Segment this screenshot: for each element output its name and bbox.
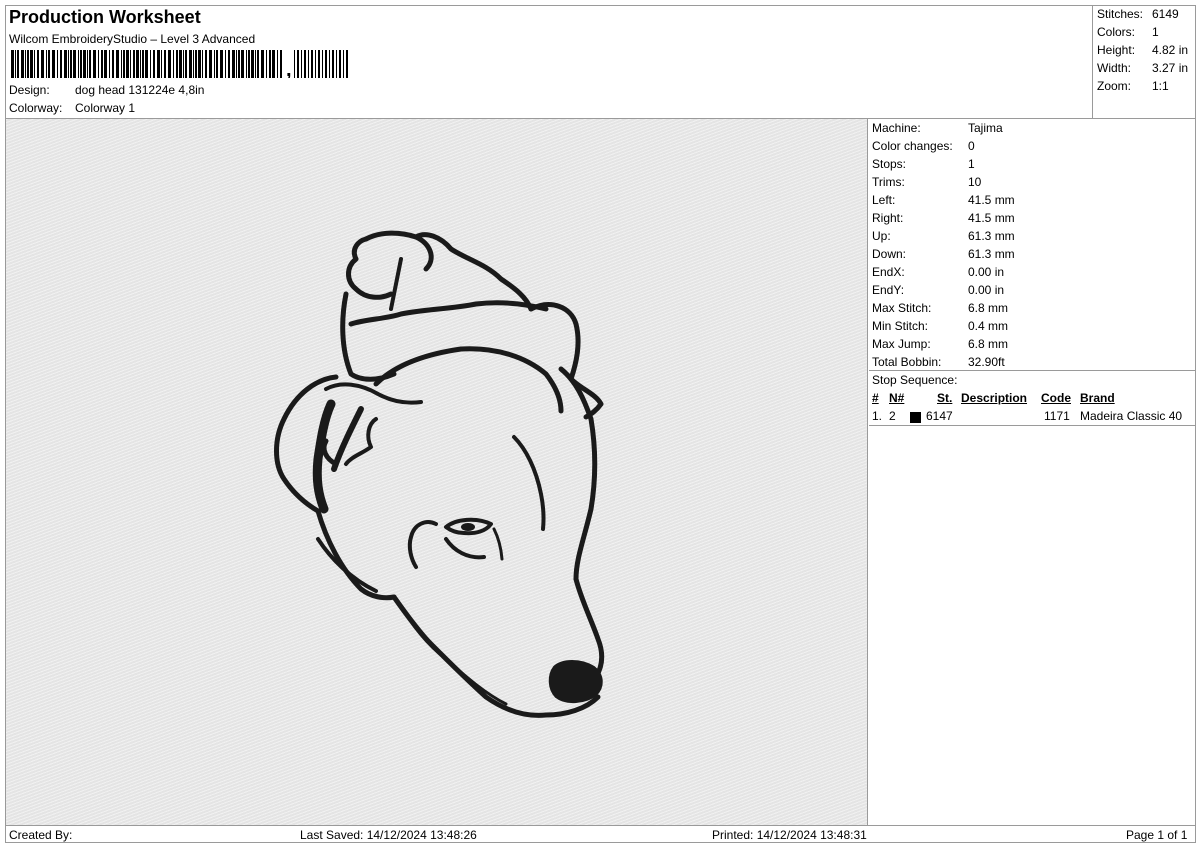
info-row: EndY: 0.00 in — [872, 283, 1005, 297]
info-row: Left: 41.5 mm — [872, 193, 1015, 207]
info-row: Stops: 1 — [872, 157, 975, 171]
software-name: Wilcom EmbroideryStudio – Level 3 Advanc… — [9, 32, 256, 46]
summary-row: Zoom: 1:1 — [1097, 79, 1169, 93]
color-swatch — [910, 412, 921, 423]
divider — [869, 370, 1196, 371]
worksheet-header: Production Worksheet Wilcom EmbroiderySt… — [6, 6, 1092, 119]
column-header-description: Description — [961, 391, 1028, 405]
design-row: Design: dog head 131224e 4,8in — [9, 83, 204, 97]
column-header-code: Code — [1041, 391, 1071, 405]
column-header-stitches: St. — [937, 391, 953, 405]
last-saved: Last Saved: 14/12/2024 13:48:26 — [300, 828, 477, 842]
design-preview — [6, 119, 868, 825]
stop-row-index: 1. — [872, 409, 883, 423]
info-row: Down: 61.3 mm — [872, 247, 1015, 261]
worksheet-frame: Production Worksheet Wilcom EmbroiderySt… — [5, 5, 1196, 843]
machine-info-panel: Machine: Tajima Color changes: 0 Stops: 1 T… — [869, 119, 1196, 825]
barcode-suffix: , — [286, 59, 292, 78]
summary-row: Width: 3.27 in — [1097, 61, 1189, 75]
colorway-value: Colorway 1 — [75, 101, 136, 115]
info-row: Min Stitch: 0.4 mm — [872, 319, 1009, 333]
info-row: Right: 41.5 mm — [872, 211, 1015, 225]
printed-date: Printed: 14/12/2024 13:48:31 — [712, 828, 867, 842]
info-row: Up: 61.3 mm — [872, 229, 1015, 243]
stop-row-n: 2 — [889, 409, 896, 423]
column-header-n: N# — [889, 391, 905, 405]
info-row: Machine: Tajima — [872, 121, 1003, 135]
summary-panel: Stitches: 6149 Colors: 1 Height: 4.82 in Wi… — [1092, 6, 1196, 119]
barcode: , — [11, 50, 348, 78]
stop-row-code: 1171 — [1044, 409, 1070, 423]
column-header-brand: Brand — [1080, 391, 1115, 405]
summary-row: Height: 4.82 in — [1097, 43, 1189, 57]
summary-row: Stitches: 6149 — [1097, 7, 1179, 21]
column-header-index: # — [872, 391, 879, 405]
stop-sequence-title: Stop Sequence: — [872, 373, 958, 387]
info-row: EndX: 0.00 in — [872, 265, 1005, 279]
summary-row: Colors: 1 — [1097, 25, 1159, 39]
info-row: Max Stitch: 6.8 mm — [872, 301, 1009, 315]
stop-row-brand: Madeira Classic 40 — [1080, 409, 1183, 423]
created-by: Created By: — [9, 828, 73, 842]
stop-row-stitches: 6147 — [926, 409, 953, 423]
colorway-label: Colorway: — [9, 101, 63, 115]
design-value: dog head 131224e 4,8in — [75, 83, 205, 97]
colorway-row: Colorway: Colorway 1 — [9, 101, 135, 115]
worksheet-footer: Created By: Last Saved: 14/12/2024 13:48… — [6, 825, 1196, 843]
worksheet-title: Production Worksheet — [9, 7, 201, 27]
divider — [869, 425, 1196, 426]
design-label: Design: — [9, 83, 50, 97]
info-row: Trims: 10 — [872, 175, 982, 189]
info-row: Max Jump: 6.8 mm — [872, 337, 1009, 351]
info-row: Color changes: 0 — [872, 139, 975, 153]
page-number: Page 1 of 1 — [1126, 828, 1188, 842]
dog-head-embroidery-icon — [274, 230, 605, 718]
